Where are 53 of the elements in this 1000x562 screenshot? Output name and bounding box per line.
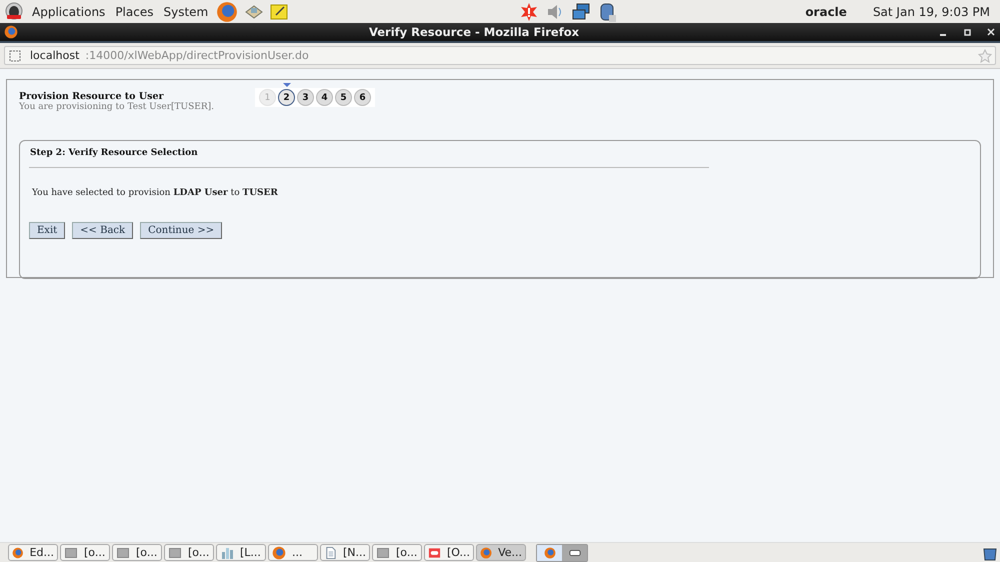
section-title: Step 2: Verify Resource Selection — [30, 148, 199, 158]
globe-icon — [544, 546, 556, 558]
globe-icon — [480, 546, 492, 560]
distro-logo-icon[interactable] — [4, 2, 24, 22]
taskbar-button[interactable]: Ed... — [8, 544, 58, 561]
star-icon[interactable] — [978, 48, 992, 62]
window-title: Verify Resource - Mozilla Firefox — [368, 25, 580, 39]
terminal-icon — [64, 546, 78, 560]
form-button[interactable]: Exit — [29, 222, 66, 239]
taskbar-button[interactable]: ... — [268, 544, 318, 561]
user-name[interactable]: oracle — [805, 4, 847, 18]
document-icon — [324, 546, 337, 560]
chart-icon — [220, 546, 234, 560]
globe-icon — [4, 25, 18, 39]
taskbar-button[interactable]: [o... — [372, 544, 422, 561]
taskbar-button[interactable]: [L... — [216, 544, 266, 561]
taskbar-button[interactable]: [o... — [112, 544, 162, 561]
form-button[interactable]: Continue >> — [140, 222, 222, 239]
note-icon[interactable] — [270, 2, 288, 20]
selection-message: You have selected to provision LDAP User to TUSER — [32, 188, 279, 198]
page-subtitle: You are provisioning to Test User[TUSER]. — [19, 102, 215, 112]
form-button[interactable]: << Back — [72, 222, 134, 239]
globe-icon — [12, 546, 24, 560]
address-field[interactable]: localhost :14000/xlWebApp/directProvisionUser.do — [4, 46, 996, 65]
taskbar-button[interactable]: [o... — [60, 544, 110, 561]
taskbar-button[interactable]: [N... — [320, 544, 370, 561]
step-indicator[interactable]: 4 — [316, 89, 333, 106]
close-icon[interactable] — [986, 27, 996, 37]
workspace-switch[interactable] — [562, 544, 587, 560]
globe-icon — [272, 546, 286, 560]
taskbar-button[interactable]: Ve... — [476, 544, 526, 561]
page-icon — [8, 48, 22, 62]
taskbar-button[interactable]: [O... — [424, 544, 474, 561]
taskbar-button[interactable]: [o... — [164, 544, 214, 561]
globe-icon[interactable] — [216, 0, 238, 22]
panel-menu[interactable]: System — [161, 4, 210, 18]
terminal-icon — [376, 546, 390, 560]
panel-menu[interactable]: Applications — [30, 4, 108, 18]
panel-menu[interactable]: Places — [113, 4, 156, 18]
page-title: Provision Resource to User — [19, 91, 165, 102]
maximize-icon[interactable] — [962, 27, 972, 37]
step-indicator[interactable]: 5 — [335, 89, 352, 106]
current-step-marker-icon — [282, 83, 290, 87]
oval-logo-icon — [428, 546, 441, 560]
step-indicator[interactable]: 3 — [297, 89, 314, 106]
alert-icon[interactable] — [519, 2, 540, 22]
workspace-switch[interactable] — [537, 544, 562, 560]
terminal-icon — [168, 546, 182, 560]
step-indicator[interactable]: 2 — [278, 89, 295, 106]
step-indicator[interactable]: 6 — [354, 89, 371, 106]
network-icon[interactable] — [571, 2, 592, 22]
clock[interactable]: Sat Jan 19, 9:03 PM — [872, 4, 990, 18]
terminal-icon — [116, 546, 130, 560]
